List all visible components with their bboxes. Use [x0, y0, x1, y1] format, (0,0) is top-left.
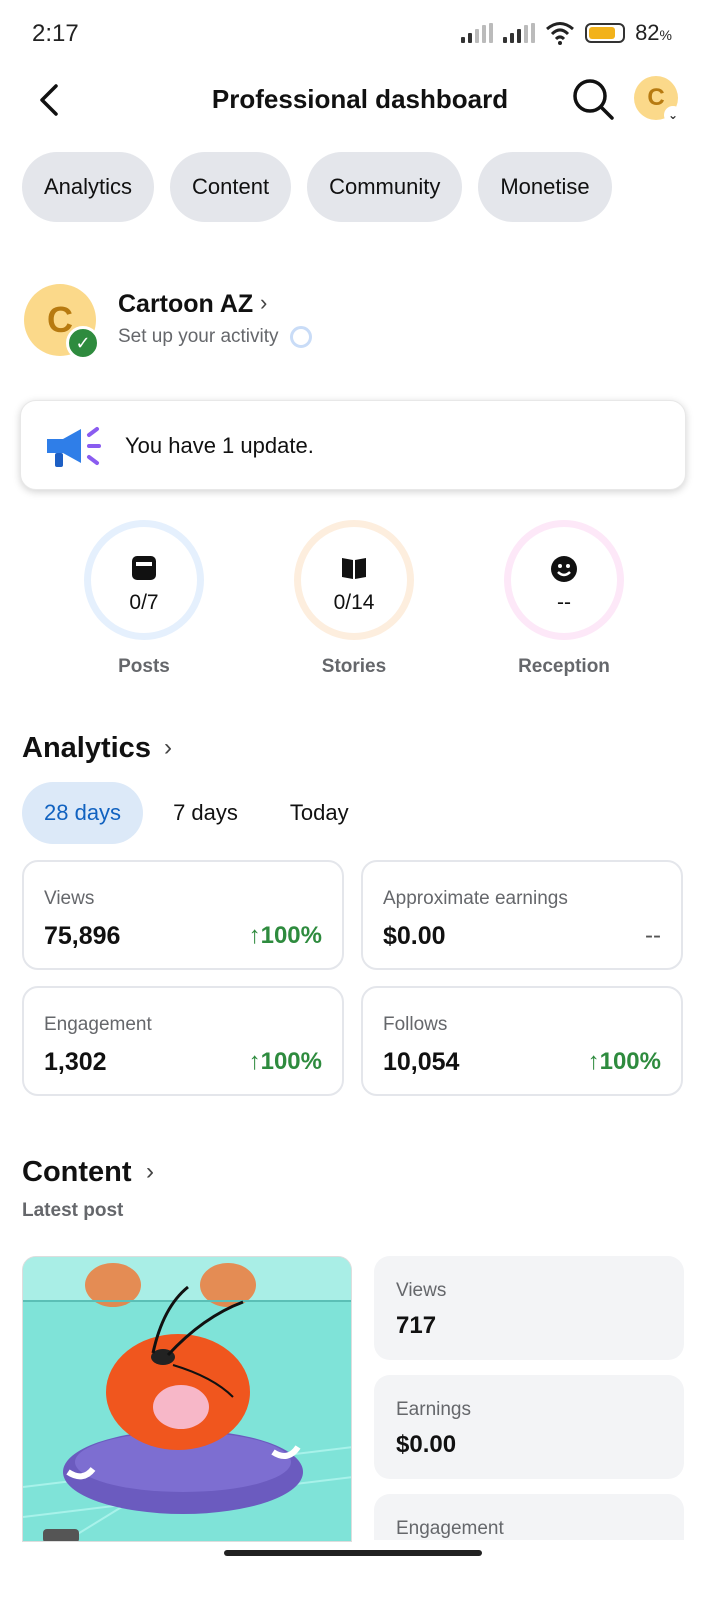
- chevron-right-icon[interactable]: ›: [146, 1158, 154, 1186]
- post-stat-engagement[interactable]: Engagement: [374, 1494, 684, 1540]
- update-card[interactable]: You have 1 update.: [20, 400, 686, 490]
- latest-post-label: Latest post: [22, 1200, 124, 1221]
- stat-value: $0.00: [396, 1431, 457, 1458]
- metric-earnings[interactable]: Approximate earnings $0.00 --: [361, 860, 683, 970]
- range-28-days[interactable]: 28 days: [22, 782, 144, 844]
- profile-subtitle[interactable]: Set up your activity: [118, 326, 279, 348]
- battery-percent: 82%: [635, 20, 672, 46]
- profile-name[interactable]: Cartoon AZ: [118, 290, 253, 319]
- account-switcher-avatar[interactable]: C ⌄: [634, 76, 682, 124]
- tab-monetise[interactable]: Monetise: [478, 152, 612, 222]
- metric-label: Approximate earnings: [383, 888, 568, 909]
- home-indicator[interactable]: [224, 1550, 482, 1556]
- stat-label: Views: [396, 1280, 447, 1301]
- smile-icon: [511, 555, 617, 582]
- metric-engagement[interactable]: Engagement 1,302 ↑100%: [22, 986, 344, 1096]
- metric-label: Follows: [383, 1014, 448, 1035]
- search-icon: [573, 79, 614, 120]
- post-image: [23, 1257, 351, 1541]
- range-today[interactable]: Today: [268, 782, 371, 844]
- update-text: You have 1 update.: [125, 433, 314, 458]
- stat-stories[interactable]: 0/14 Stories: [292, 520, 416, 678]
- stat-reception[interactable]: -- Reception: [502, 520, 626, 678]
- post-stat-views[interactable]: Views 717: [374, 1256, 684, 1360]
- stat-label: Earnings: [396, 1399, 471, 1420]
- verified-check-icon: ✓: [66, 326, 100, 360]
- stories-ring: 0/14: [294, 520, 414, 640]
- book-icon: [301, 555, 407, 581]
- stories-value: 0/14: [333, 591, 375, 614]
- chevron-right-icon: ›: [260, 290, 268, 315]
- arrow-up-icon: ↑: [587, 1048, 600, 1075]
- tab-analytics[interactable]: Analytics: [22, 152, 155, 222]
- metric-value: 1,302: [44, 1048, 107, 1076]
- posts-ring: 0/7: [84, 520, 204, 640]
- app-header: Professional dashboard C ⌄: [0, 70, 720, 130]
- signal-icon-2: [503, 23, 536, 43]
- wifi-icon: [546, 22, 575, 45]
- stories-label: Stories: [321, 656, 387, 677]
- signal-icon: [461, 23, 494, 43]
- status-icons: 82%: [461, 20, 672, 46]
- chevron-right-icon[interactable]: ›: [164, 734, 172, 762]
- arrow-up-icon: ↑: [248, 1048, 261, 1075]
- delta-value: 100%: [260, 1048, 322, 1075]
- latest-post-thumbnail[interactable]: [22, 1256, 352, 1542]
- avatar-initial: C: [647, 84, 665, 111]
- delta-value: 100%: [260, 922, 322, 949]
- metric-label: Engagement: [44, 1014, 152, 1035]
- post-stat-earnings[interactable]: Earnings $0.00: [374, 1375, 684, 1479]
- battery-unit: %: [659, 27, 672, 43]
- content-heading[interactable]: Content: [22, 1156, 132, 1189]
- dashboard-tabs: Analytics Content Community Monetise: [22, 152, 612, 222]
- metric-value: $0.00: [383, 922, 446, 950]
- battery-icon: [585, 23, 626, 43]
- search-button[interactable]: [570, 76, 616, 122]
- metric-delta: ↑100%: [249, 922, 322, 950]
- metric-delta: --: [645, 922, 661, 949]
- tab-content[interactable]: Content: [170, 152, 292, 222]
- stat-posts[interactable]: 0/7 Posts: [82, 520, 206, 678]
- delta-value: 100%: [599, 1048, 661, 1075]
- reception-ring: --: [504, 520, 624, 640]
- arrow-up-icon: ↑: [248, 922, 261, 949]
- metric-value: 75,896: [44, 922, 121, 950]
- battery-value: 82: [635, 20, 660, 45]
- reception-value: --: [557, 591, 571, 614]
- status-bar: 2:17 82%: [0, 0, 720, 70]
- chevron-down-icon: ⌄: [664, 106, 682, 124]
- reception-label: Reception: [518, 656, 610, 677]
- profile-row[interactable]: C ✓ Cartoon AZ › Set up your activity: [24, 284, 704, 360]
- metric-delta: ↑100%: [249, 1048, 322, 1076]
- metric-follows[interactable]: Follows 10,054 ↑100%: [361, 986, 683, 1096]
- analytics-heading[interactable]: Analytics: [22, 732, 151, 765]
- posts-label: Posts: [118, 656, 170, 677]
- range-tabs: 28 days 7 days Today: [22, 782, 371, 844]
- posts-value: 0/7: [129, 591, 159, 614]
- stat-label: Engagement: [396, 1518, 504, 1539]
- progress-ring-icon: [290, 326, 312, 348]
- metric-value: 10,054: [383, 1048, 460, 1076]
- status-time: 2:17: [32, 20, 79, 47]
- post-icon: [91, 555, 197, 581]
- megaphone-icon: [47, 427, 101, 467]
- metric-views[interactable]: Views 75,896 ↑100%: [22, 860, 344, 970]
- stat-value: 717: [396, 1312, 437, 1339]
- range-7-days[interactable]: 7 days: [151, 782, 260, 844]
- tab-community[interactable]: Community: [307, 152, 463, 222]
- metric-delta: ↑100%: [588, 1048, 661, 1076]
- metric-label: Views: [44, 888, 95, 909]
